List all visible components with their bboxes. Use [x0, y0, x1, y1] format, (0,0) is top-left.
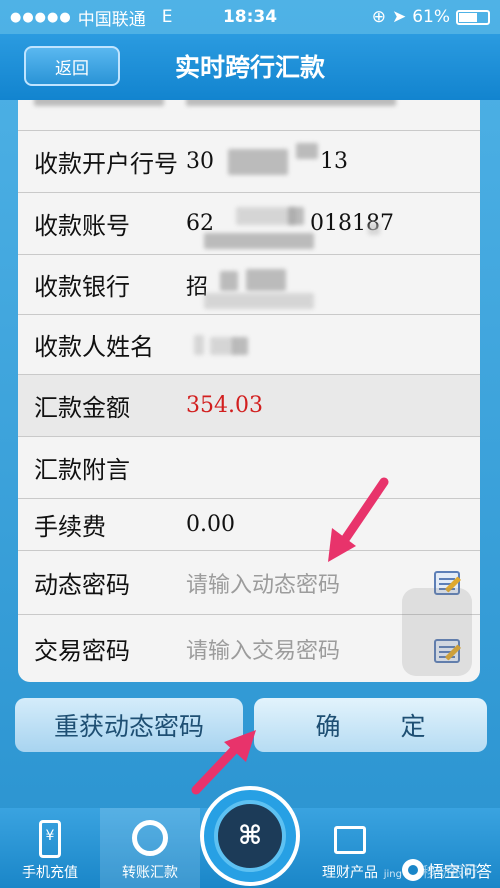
amount-value: 354.03	[186, 393, 263, 418]
phone-recharge-icon: ¥	[39, 820, 61, 858]
watermark-small: jing	[383, 869, 402, 880]
watermark-text: 悟空问答	[427, 862, 492, 881]
form-row-amount: 汇款金额 354.03	[18, 374, 480, 436]
form-row-payee-account: 收款账号 62 018187	[18, 192, 480, 254]
form-row-payee-name: 收款人姓名	[18, 314, 480, 374]
status-time: 18:34	[222, 7, 278, 27]
form-row-remark[interactable]: 汇款附言	[18, 436, 480, 498]
redaction-mask	[246, 269, 286, 291]
cutoff-label-blur	[34, 100, 164, 106]
dynamic-password-input[interactable]: 请输入动态密码	[186, 567, 340, 599]
form-row-payee-bank-code: 收款开户行号 30 13	[18, 130, 480, 192]
fee-value: 0.00	[186, 512, 235, 537]
amount-label: 汇款金额	[34, 394, 130, 422]
wealth-icon	[334, 826, 366, 854]
dynamic-password-label: 动态密码	[34, 571, 130, 599]
redaction-mask	[220, 271, 238, 291]
redaction-mask	[204, 233, 314, 249]
payee-account-tail: 018187	[310, 211, 394, 236]
redaction-mask	[210, 337, 234, 355]
redaction-mask	[194, 335, 204, 355]
center-home-button[interactable]: ⌘	[200, 786, 300, 886]
tab-label: 转账汇款	[122, 865, 178, 881]
form-row-payee-bank: 收款银行 招	[18, 254, 480, 314]
watermark: 悟空问答	[401, 858, 492, 882]
page-title: 实时跨行汇款	[174, 53, 325, 82]
payee-name-label: 收款人姓名	[34, 333, 154, 361]
redaction-mask	[236, 207, 296, 225]
tab-phone-recharge[interactable]: ¥ 手机充值	[0, 808, 100, 888]
redaction-mask	[228, 149, 288, 175]
transaction-password-input[interactable]: 请输入交易密码	[186, 633, 340, 665]
redaction-mask	[288, 207, 304, 225]
tab-label: 手机充值	[22, 865, 78, 881]
remark-label: 汇款附言	[34, 456, 130, 484]
payee-bank-label: 收款银行	[34, 273, 130, 301]
battery-icon	[456, 9, 490, 25]
fee-label: 手续费	[34, 513, 106, 541]
confirm-button[interactable]: 确定	[254, 698, 487, 752]
cutoff-value-blur	[186, 100, 396, 106]
resend-dynamic-password-button[interactable]: 重获动态密码	[15, 698, 243, 752]
payee-account-label: 收款账号	[34, 212, 130, 240]
payee-bank-code-value: 30	[186, 149, 214, 174]
redaction-mask	[296, 143, 318, 159]
tab-transfer[interactable]: 转账汇款	[100, 808, 200, 888]
cutoff-row	[18, 100, 480, 110]
tab-label: 理财产品	[322, 865, 378, 881]
transfer-icon	[132, 820, 168, 856]
wukong-logo-icon	[401, 859, 424, 881]
payee-bank-code-label: 收款开户行号	[34, 150, 178, 178]
redaction-mask	[232, 337, 248, 355]
transaction-password-label: 交易密码	[34, 637, 130, 665]
nav-bar: 返回 实时跨行汇款	[0, 34, 500, 100]
status-bar: ●●●●● 中国联通 E 18:34 ⊕ ➤ 61%	[0, 0, 500, 34]
center-logo-icon: ⌘	[214, 800, 286, 872]
form-row-fee: 手续费 0.00	[18, 498, 480, 550]
redaction-mask	[204, 293, 314, 309]
assistive-touch-overlay[interactable]	[402, 588, 472, 676]
redaction-mask	[368, 223, 380, 235]
payee-bank-code-tail: 13	[320, 149, 348, 174]
